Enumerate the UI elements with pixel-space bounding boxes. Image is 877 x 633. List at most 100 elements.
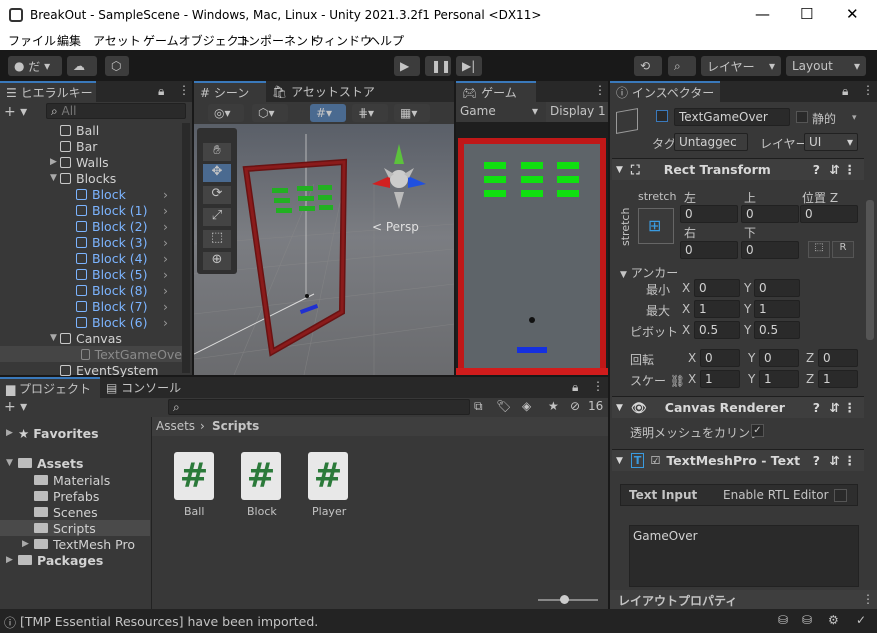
debug-icon[interactable]: ⚙ (828, 613, 839, 627)
pause-button[interactable]: ❚❚ (425, 56, 451, 76)
script-icon[interactable]: # (308, 452, 348, 500)
help-icon[interactable]: ? (813, 453, 820, 468)
canvas-renderer-header[interactable]: ▼ 👁︎ Canvas Renderer ? ⇵ ⋮ (612, 396, 864, 418)
right-input[interactable]: 0 (680, 241, 738, 259)
zoom-slider-thumb[interactable] (560, 595, 569, 604)
preset-icon[interactable]: ⇵ (830, 453, 840, 468)
more-icon[interactable]: ⋮ (844, 453, 857, 468)
collab-button[interactable]: ⬡ (105, 56, 129, 76)
raw-edit-button[interactable]: R (832, 241, 854, 258)
search-filter-icon[interactable]: ⧉ (474, 399, 483, 414)
cache-icon[interactable]: ⛁ (802, 613, 812, 627)
script-icon[interactable]: # (241, 452, 281, 500)
help-icon[interactable]: ? (813, 162, 820, 177)
search-button[interactable]: ⌕ (668, 56, 696, 76)
tab-hierarchy[interactable]: ☰ ヒエラルキー (0, 81, 96, 102)
move-tool-icon[interactable]: ✥ (203, 164, 231, 182)
project-tree-item[interactable]: Scripts (0, 520, 150, 536)
layout-dropdown[interactable]: Layout ▾ (786, 56, 866, 76)
expand-icon[interactable]: ▶ (22, 539, 34, 549)
rotation-z-input[interactable]: 0 (818, 349, 858, 367)
lock-icon[interactable]: 🔒︎ (158, 84, 164, 99)
layer-dropdown[interactable]: UI ▾ (804, 133, 858, 151)
tab-inspector[interactable]: ⓘ インスペクター (610, 81, 720, 102)
hierarchy-item[interactable]: Block (1) › (66, 202, 172, 218)
display-dropdown[interactable]: Display 1 (546, 102, 608, 122)
menu-component[interactable]: コンポーネント (236, 32, 320, 49)
expand-icon[interactable]: ▶ (6, 555, 18, 565)
expand-icon[interactable]: ▶ (6, 428, 18, 438)
hand-tool-icon[interactable]: ✋︎ (203, 143, 231, 161)
pivot-y-input[interactable]: 0.5 (754, 321, 800, 339)
rotate-tool-icon[interactable]: ⟳ (203, 186, 231, 204)
lock-icon[interactable]: 🔒︎ (572, 380, 578, 395)
hierarchy-item[interactable]: TextGameOve (0, 346, 182, 362)
link-icon[interactable]: ⛓ (670, 374, 685, 388)
anchor-min-x-input[interactable]: 0 (694, 279, 740, 297)
breadcrumb-assets[interactable]: Assets (156, 419, 195, 433)
rotation-x-input[interactable]: 0 (700, 349, 740, 367)
maximize-button[interactable]: ☐ (800, 5, 813, 23)
label-filter-icon[interactable]: 🏷︎ (496, 399, 511, 413)
preset-icon[interactable]: ⇵ (830, 400, 840, 415)
hierarchy-item[interactable]: Block (5) › (66, 266, 172, 282)
step-button[interactable]: ▶| (456, 56, 482, 76)
menu-file[interactable]: ファイル (8, 32, 56, 49)
hierarchy-item[interactable]: Block (6) › (66, 314, 172, 330)
more-icon[interactable]: ⋮ (178, 83, 190, 97)
check-icon[interactable]: ✓ (856, 613, 866, 627)
hidden-count-icon[interactable]: ⊘ (570, 399, 580, 413)
layers-dropdown[interactable]: レイヤー ▾ (701, 56, 781, 76)
persp-label[interactable]: < Persp (372, 220, 419, 234)
menu-assets[interactable]: アセット (93, 32, 141, 49)
scale-y-input[interactable]: 1 (759, 370, 799, 388)
more-icon[interactable]: ⋮ (594, 83, 606, 97)
minimize-button[interactable]: — (755, 5, 770, 23)
pivot-x-input[interactable]: 0.5 (694, 321, 740, 339)
rotation-y-input[interactable]: 0 (759, 349, 799, 367)
tab-asset-store[interactable]: 🛍︎ アセットストア (266, 81, 376, 102)
project-tree-item[interactable]: ▶ TextMesh Pro (0, 536, 150, 552)
tab-game[interactable]: 🎮︎ ゲーム (456, 81, 536, 102)
pos-z-input[interactable]: 0 (800, 205, 858, 223)
anchor-min-y-input[interactable]: 0 (754, 279, 800, 297)
hierarchy-scrollbar[interactable] (182, 123, 190, 373)
hierarchy-item[interactable]: ▼ Canvas (50, 330, 172, 346)
hierarchy-item[interactable]: Bar (50, 138, 172, 154)
hierarchy-item[interactable]: ▼ Blocks (50, 170, 172, 186)
progress-icon[interactable]: ⛁ (778, 613, 788, 627)
object-name-input[interactable]: TextGameOver (674, 108, 790, 126)
project-tree-item[interactable]: ▶ Packages (0, 552, 150, 568)
expand-icon[interactable]: ▼ (50, 173, 60, 183)
create-button[interactable]: + ▾ (4, 399, 27, 415)
anchor-max-y-input[interactable]: 1 (754, 300, 800, 318)
menu-edit[interactable]: 編集 (57, 32, 81, 49)
render-dropdown[interactable]: ▦▾ (394, 104, 430, 122)
static-checkbox[interactable] (796, 111, 808, 123)
lock-icon[interactable]: 🔒︎ (842, 84, 848, 99)
shading-dropdown[interactable]: ⬡▾ (252, 104, 288, 122)
more-icon[interactable]: ⋮ (592, 379, 604, 393)
game-view-dropdown[interactable]: Game (460, 104, 496, 118)
inspector-scrollbar[interactable] (866, 200, 874, 340)
blueprint-button[interactable]: ⬚ (808, 241, 830, 258)
help-icon[interactable]: ? (813, 400, 820, 415)
add-button[interactable]: + ▾ (4, 104, 27, 120)
transform-tool-icon[interactable]: ⊕ (203, 252, 231, 270)
enabled-checkbox[interactable]: ☑ (650, 454, 660, 467)
tab-console[interactable]: ▤ コンソール (100, 377, 190, 398)
project-tree-item[interactable]: Scenes (0, 504, 150, 520)
hierarchy-item[interactable]: EventSystem (50, 362, 172, 378)
more-icon[interactable]: ⋮ (844, 400, 857, 415)
tab-project[interactable]: ▆ プロジェクト (0, 377, 100, 398)
rect-transform-header[interactable]: ▼ ⛶ Rect Transform ? ⇵ ⋮ (612, 158, 864, 180)
more-icon[interactable]: ⋮ (862, 83, 874, 97)
account-dropdown[interactable]: ● だ ▾ (8, 56, 62, 76)
project-tree-item[interactable]: ▼ Assets (0, 455, 150, 471)
status-message[interactable]: [TMP Essential Resources] have been impo… (20, 614, 318, 629)
active-checkbox[interactable] (656, 110, 668, 122)
text-area[interactable]: GameOver (629, 525, 859, 587)
project-tree-item[interactable]: Prefabs (0, 488, 150, 504)
cull-checkbox[interactable]: ✓ (751, 424, 764, 437)
top-input[interactable]: 0 (741, 205, 799, 223)
